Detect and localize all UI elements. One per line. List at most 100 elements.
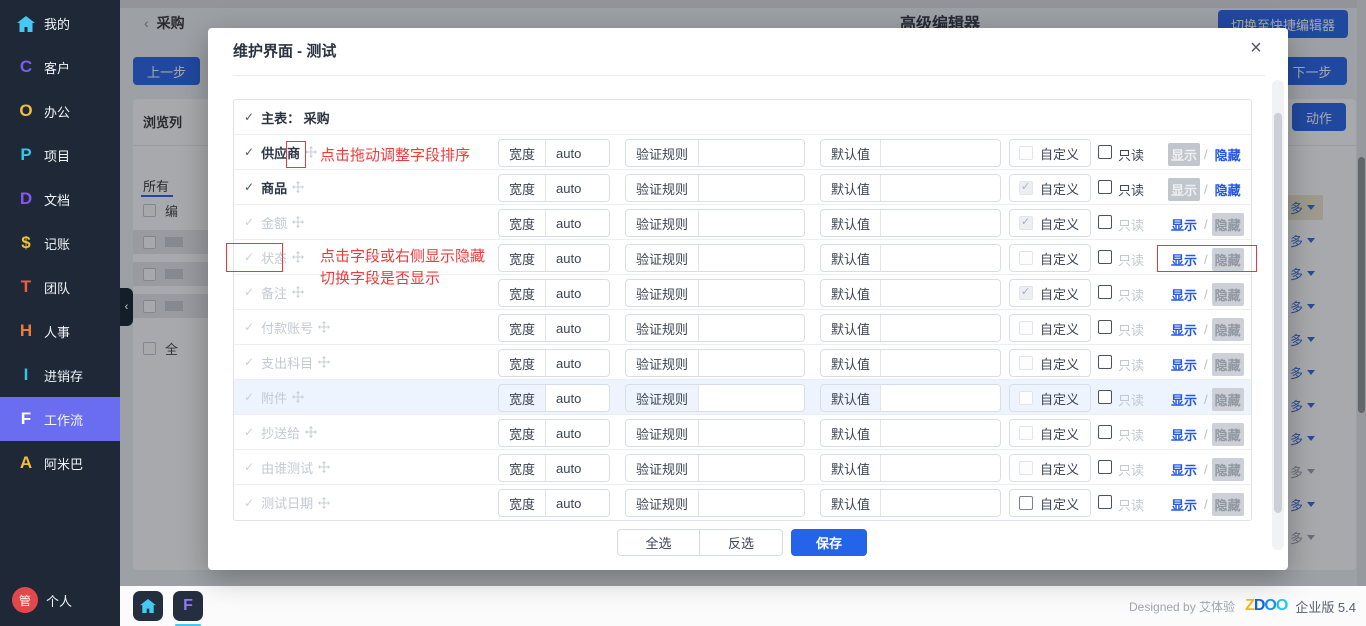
field-row[interactable]: ✓ 商品 宽度 验证规则 默认值 bbox=[234, 170, 1251, 205]
width-input[interactable] bbox=[546, 245, 609, 271]
default-input[interactable] bbox=[881, 385, 1001, 411]
show-link[interactable]: 显示 bbox=[1168, 353, 1200, 376]
taskbar-home-app[interactable] bbox=[133, 591, 163, 621]
field-row[interactable]: ✓ 支出科目 宽度 验证规则 默认值 bbox=[234, 345, 1251, 380]
width-input[interactable] bbox=[546, 490, 609, 516]
sidebar-item[interactable]: C 客户 bbox=[0, 45, 120, 89]
drag-handle[interactable] bbox=[318, 321, 330, 333]
select-all-button[interactable]: 全选 bbox=[617, 529, 700, 556]
custom-checkbox[interactable] bbox=[1019, 496, 1033, 510]
sidebar-item[interactable]: F 工作流 bbox=[0, 397, 120, 441]
field-row[interactable]: ✓ 由谁测试 宽度 验证规则 默认值 bbox=[234, 450, 1251, 485]
field-row[interactable]: ✓ 附件 宽度 验证规则 默认值 bbox=[234, 380, 1251, 415]
readonly-checkbox[interactable] bbox=[1098, 180, 1112, 194]
readonly-checkbox[interactable] bbox=[1098, 355, 1112, 369]
drag-handle[interactable] bbox=[292, 286, 304, 298]
hide-link[interactable]: 隐藏 bbox=[1212, 388, 1244, 411]
hide-link[interactable]: 隐藏 bbox=[1212, 318, 1244, 341]
readonly-checkbox[interactable] bbox=[1098, 460, 1112, 474]
sidebar-item[interactable]: P 项目 bbox=[0, 133, 120, 177]
width-input[interactable] bbox=[546, 420, 609, 446]
hide-link[interactable]: 隐藏 bbox=[1212, 458, 1244, 481]
sidebar-item[interactable]: $ 记账 bbox=[0, 221, 120, 265]
custom-checkbox[interactable] bbox=[1019, 251, 1033, 265]
readonly-checkbox[interactable] bbox=[1098, 285, 1112, 299]
validation-input[interactable] bbox=[699, 140, 804, 166]
sidebar-item[interactable]: H 人事 bbox=[0, 309, 120, 353]
sidebar-item[interactable]: 我的 bbox=[0, 1, 120, 45]
hide-link[interactable]: 隐藏 bbox=[1212, 213, 1244, 236]
show-link[interactable]: 显示 bbox=[1168, 423, 1200, 446]
sidebar-item[interactable]: I 进销存 bbox=[0, 353, 120, 397]
field-name[interactable]: 由谁测试 bbox=[261, 458, 313, 477]
custom-checkbox[interactable] bbox=[1019, 426, 1033, 440]
field-name[interactable]: 商品 bbox=[261, 178, 287, 197]
default-input[interactable] bbox=[881, 210, 1001, 236]
sidebar-item[interactable]: D 文档 bbox=[0, 177, 120, 221]
default-input[interactable] bbox=[881, 455, 1001, 481]
validation-input[interactable] bbox=[699, 490, 804, 516]
field-name[interactable]: 付款账号 bbox=[261, 318, 313, 337]
drag-handle[interactable] bbox=[292, 251, 304, 263]
show-link[interactable]: 显示 bbox=[1168, 283, 1200, 306]
sidebar-item[interactable]: O 办公 bbox=[0, 89, 120, 133]
hide-link[interactable]: 隐藏 bbox=[1212, 178, 1244, 201]
width-input[interactable] bbox=[546, 385, 609, 411]
sidebar-profile[interactable]: 管 个人 bbox=[0, 584, 120, 616]
custom-checkbox[interactable] bbox=[1019, 216, 1033, 230]
hide-link[interactable]: 隐藏 bbox=[1212, 493, 1244, 516]
sidebar-item[interactable]: T 团队 bbox=[0, 265, 120, 309]
field-name[interactable]: 附件 bbox=[261, 388, 287, 407]
width-input[interactable] bbox=[546, 175, 609, 201]
field-name[interactable]: 备注 bbox=[261, 283, 287, 302]
hide-link[interactable]: 隐藏 bbox=[1212, 248, 1244, 271]
default-input[interactable] bbox=[881, 175, 1001, 201]
width-input[interactable] bbox=[546, 280, 609, 306]
custom-checkbox[interactable] bbox=[1019, 356, 1033, 370]
hide-link[interactable]: 隐藏 bbox=[1212, 143, 1244, 166]
sidebar-item[interactable]: A 阿米巴 bbox=[0, 441, 120, 485]
custom-checkbox[interactable] bbox=[1019, 286, 1033, 300]
width-input[interactable] bbox=[546, 210, 609, 236]
hide-link[interactable]: 隐藏 bbox=[1212, 423, 1244, 446]
readonly-checkbox[interactable] bbox=[1098, 390, 1112, 404]
validation-input[interactable] bbox=[699, 420, 804, 446]
drag-handle[interactable] bbox=[292, 216, 304, 228]
validation-input[interactable] bbox=[699, 455, 804, 481]
validation-input[interactable] bbox=[699, 280, 804, 306]
default-input[interactable] bbox=[881, 420, 1001, 446]
table-header-row[interactable]: ✓ 主表： 采购 bbox=[234, 100, 1251, 135]
drag-handle[interactable] bbox=[318, 356, 330, 368]
custom-checkbox[interactable] bbox=[1019, 321, 1033, 335]
default-input[interactable] bbox=[881, 315, 1001, 341]
field-name[interactable]: 抄送给 bbox=[261, 423, 300, 442]
validation-input[interactable] bbox=[699, 175, 804, 201]
custom-checkbox[interactable] bbox=[1019, 391, 1033, 405]
hide-link[interactable]: 隐藏 bbox=[1212, 283, 1244, 306]
invert-selection-button[interactable]: 反选 bbox=[700, 529, 783, 556]
field-name[interactable]: 状态 bbox=[261, 248, 287, 267]
readonly-checkbox[interactable] bbox=[1098, 215, 1112, 229]
show-link[interactable]: 显示 bbox=[1168, 213, 1200, 236]
readonly-checkbox[interactable] bbox=[1098, 145, 1112, 159]
field-row[interactable]: ✓ 抄送给 宽度 验证规则 默认值 bbox=[234, 415, 1251, 450]
validation-input[interactable] bbox=[699, 315, 804, 341]
field-name[interactable]: 供应商 bbox=[261, 143, 300, 162]
width-input[interactable] bbox=[546, 140, 609, 166]
width-input[interactable] bbox=[546, 315, 609, 341]
drag-handle[interactable] bbox=[305, 146, 317, 158]
field-row[interactable]: ✓ 金额 宽度 验证规则 默认值 bbox=[234, 205, 1251, 240]
drag-handle[interactable] bbox=[318, 497, 330, 509]
custom-checkbox[interactable] bbox=[1019, 146, 1033, 160]
show-link[interactable]: 显示 bbox=[1168, 248, 1200, 271]
show-link[interactable]: 显示 bbox=[1168, 178, 1200, 201]
custom-checkbox[interactable] bbox=[1019, 181, 1033, 195]
field-name[interactable]: 金额 bbox=[261, 213, 287, 232]
default-input[interactable] bbox=[881, 490, 1001, 516]
default-input[interactable] bbox=[881, 140, 1001, 166]
show-link[interactable]: 显示 bbox=[1168, 493, 1200, 516]
modal-scrollbar[interactable] bbox=[1272, 80, 1284, 550]
validation-input[interactable] bbox=[699, 385, 804, 411]
readonly-checkbox[interactable] bbox=[1098, 320, 1112, 334]
readonly-checkbox[interactable] bbox=[1098, 495, 1112, 509]
